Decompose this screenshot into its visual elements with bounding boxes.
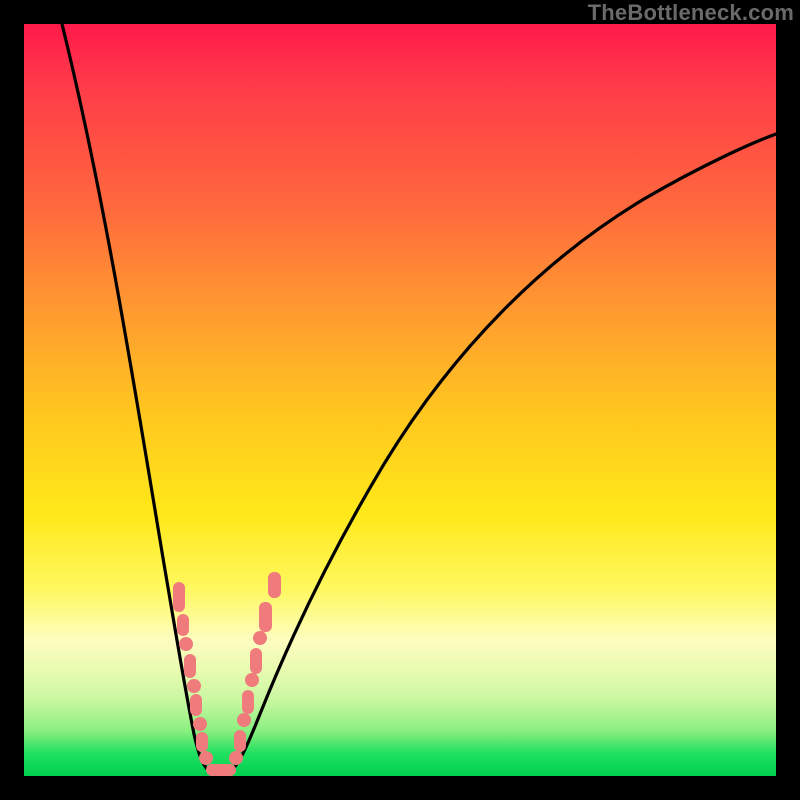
bead	[184, 654, 196, 678]
bead	[177, 614, 189, 636]
bead	[259, 602, 272, 632]
bead	[187, 679, 201, 693]
bead	[179, 637, 193, 651]
bead	[190, 694, 202, 716]
bead	[253, 631, 267, 645]
bead	[245, 673, 259, 687]
bead	[234, 730, 246, 752]
bead	[237, 713, 251, 727]
bead	[196, 732, 208, 752]
curve-right-arm	[232, 134, 776, 770]
bead	[193, 717, 207, 731]
bead	[173, 582, 185, 612]
bead	[206, 764, 236, 776]
bead	[268, 572, 281, 598]
bead	[229, 751, 243, 765]
chart-plot-area	[24, 24, 776, 776]
bottleneck-curve-svg	[24, 24, 776, 776]
bead	[242, 690, 254, 714]
bead	[250, 648, 262, 674]
bead	[199, 751, 213, 765]
watermark-text: TheBottleneck.com	[588, 0, 794, 26]
